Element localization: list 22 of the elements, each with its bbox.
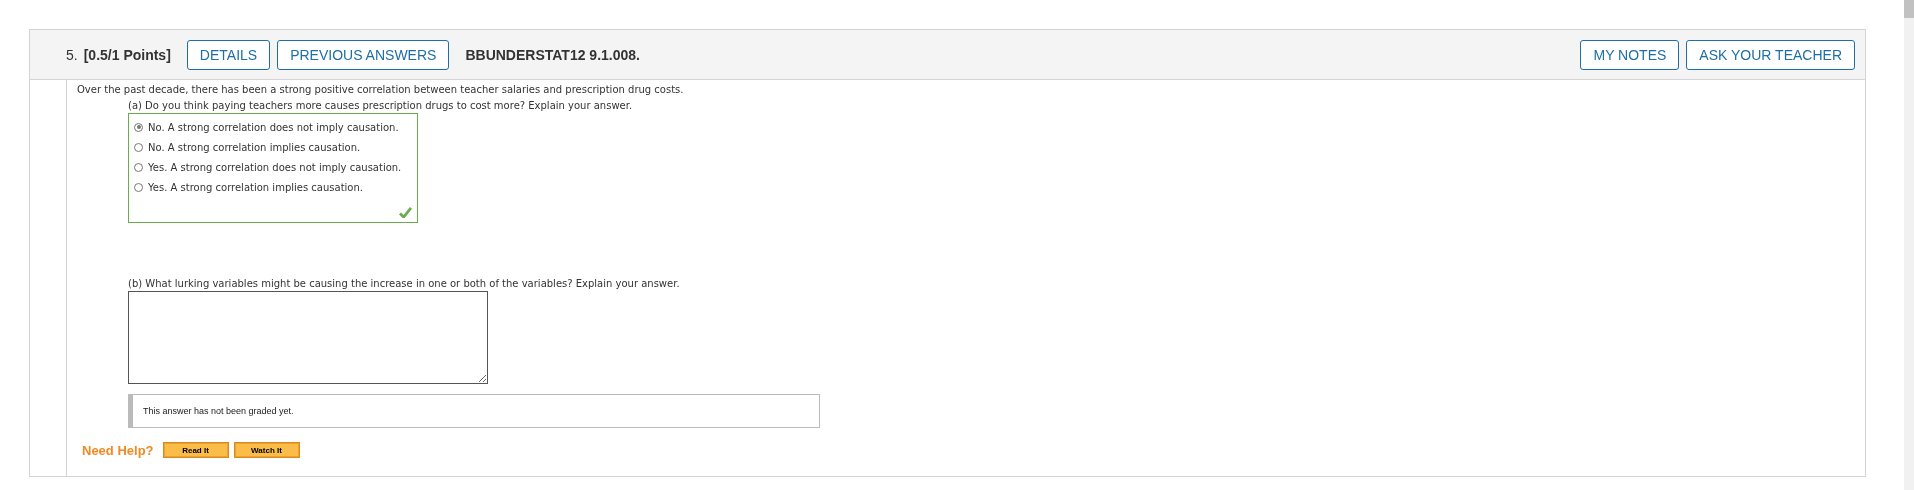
question-number: 5.	[66, 46, 78, 63]
header-button[interactable]: ASK YOUR TEACHER	[1686, 39, 1855, 70]
need-help-label: Need Help?	[82, 442, 154, 458]
scrollbar-thumb[interactable]	[1904, 0, 1914, 18]
points-label: [0.5/1 Points]	[83, 46, 171, 63]
radio-option[interactable]: Yes. A strong correlation does not imply causation.	[134, 157, 412, 177]
question-text: Over the past decade, there has been a strong positive correlation between teacher salaries and prescription drug costs.	[77, 84, 685, 95]
question-code: BBUNDERSTAT12 9.1.008.	[465, 46, 640, 63]
header-button[interactable]: DETAILS	[186, 39, 271, 70]
radio-option[interactable]: No. A strong correlation implies causation.	[134, 137, 412, 157]
checkmark-icon	[399, 207, 412, 218]
help-button[interactable]: Read It	[162, 442, 229, 458]
header-button[interactable]: MY NOTES	[1580, 39, 1680, 70]
help-button[interactable]: Watch It	[233, 442, 300, 458]
grading-note: This answer has not been graded yet.	[128, 394, 820, 428]
scrollbar[interactable]	[1904, 0, 1914, 490]
question-text: (b) What lurking variables might be causing the increase in one or both of the variables? Explain your answer.	[128, 278, 681, 289]
header-button[interactable]: PREVIOUS ANSWERS	[277, 39, 450, 70]
radio-option[interactable]: No. A strong correlation does not imply causation.	[134, 117, 412, 137]
question-text: (a) Do you think paying teachers more causes prescription drugs to cost more? Explain your answer.	[128, 100, 634, 111]
answer-field[interactable]	[128, 291, 488, 384]
radio-option[interactable]: Yes. A strong correlation implies causation.	[134, 177, 412, 197]
